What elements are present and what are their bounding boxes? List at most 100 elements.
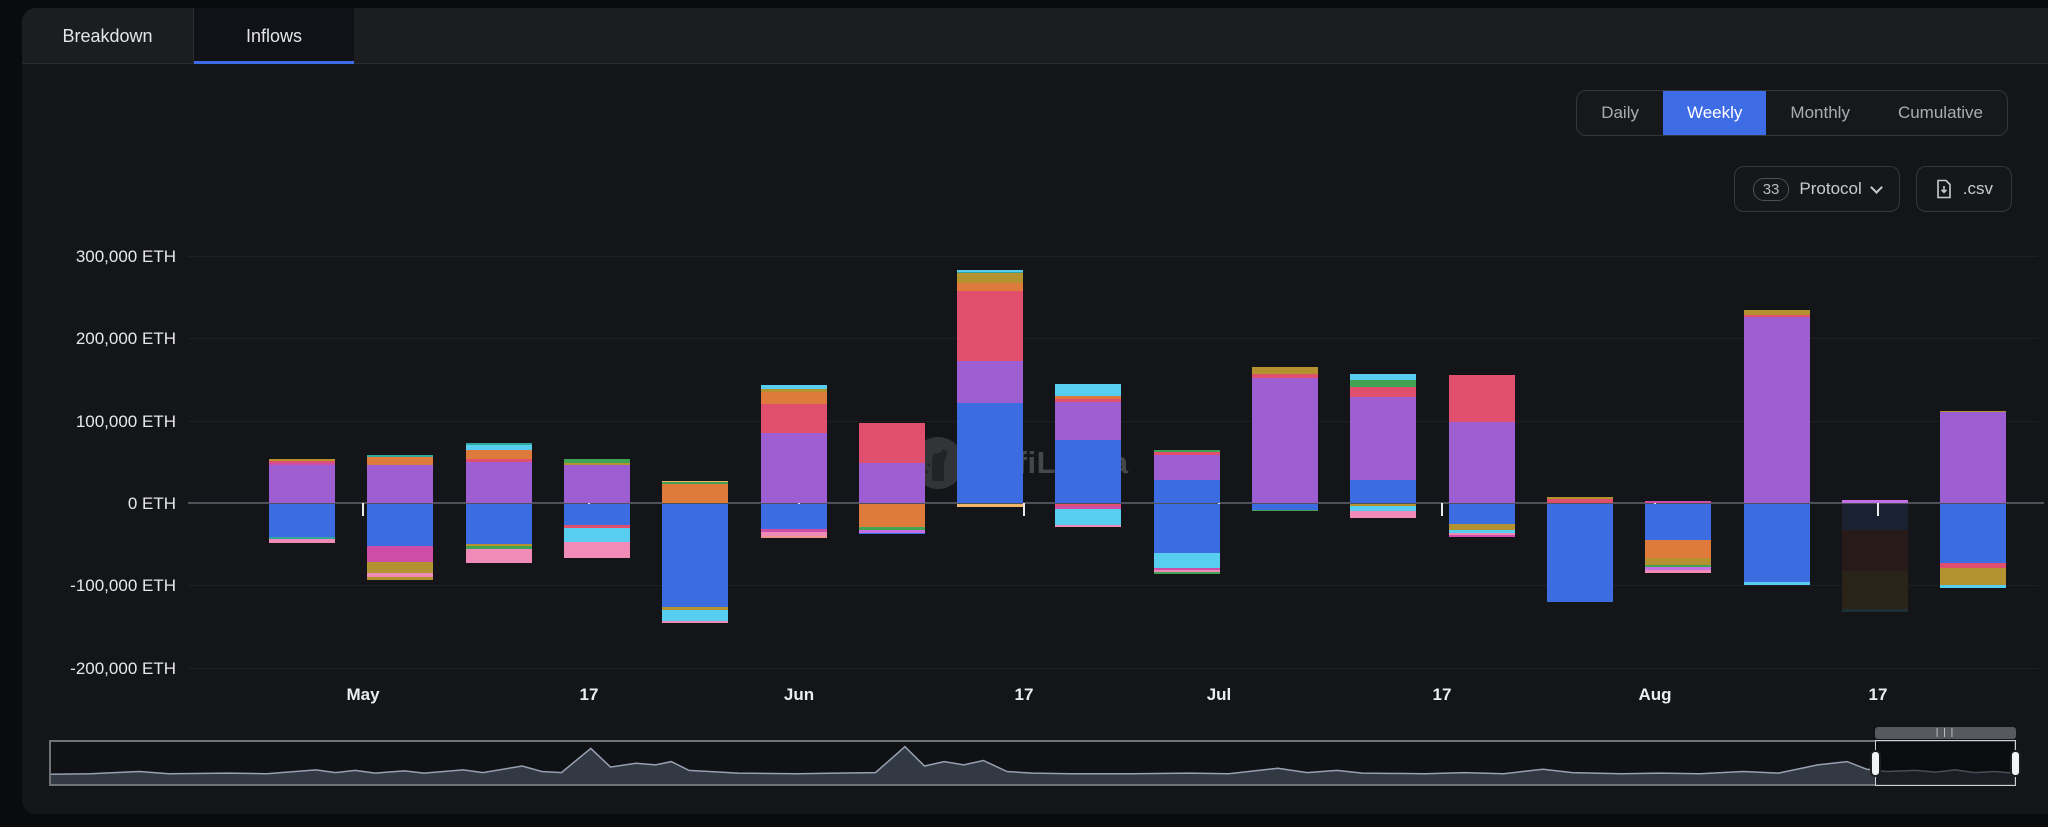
bar-segment-olive [1940, 568, 2006, 584]
x-axis-label: 17 [529, 685, 649, 705]
bar-segment-olive [957, 273, 1023, 283]
x-axis-label: 17 [964, 685, 1084, 705]
tab-breakdown-label: Breakdown [62, 26, 152, 47]
bar-segment-blue [269, 504, 335, 537]
bar-segment-red [1350, 387, 1416, 397]
bar-segment-olive [367, 577, 433, 579]
bar-segment-pink [1645, 570, 1711, 573]
bar-segment-olive [1252, 367, 1318, 374]
brush-handle-left[interactable] [1870, 750, 1881, 777]
minimap-area-chart [51, 742, 2014, 784]
brush-handle-right[interactable] [2010, 750, 2021, 777]
x-axis-label: May [303, 685, 423, 705]
chevron-down-icon [1870, 181, 1883, 194]
tab-inflows[interactable]: Inflows [194, 8, 354, 64]
bar-segment-blue [1449, 504, 1515, 524]
bar-segment-purple [1154, 455, 1220, 480]
x-axis-label: Aug [1595, 685, 1715, 705]
tab-inflows-label: Inflows [246, 26, 302, 47]
x-axis-tick [362, 503, 364, 516]
y-axis-label: 300,000 ETH [10, 248, 176, 265]
bar-segment-blue [466, 504, 532, 544]
period-button-cumulative[interactable]: Cumulative [1874, 91, 2007, 135]
bar-segment-cyan [1055, 509, 1121, 525]
bar-segment-blue [1940, 504, 2006, 563]
bar-segment-cyan [662, 610, 728, 621]
bar-segment-purple [367, 465, 433, 503]
bar-segment-cyan [1744, 582, 1810, 584]
bar-segment-blue [761, 504, 827, 529]
period-button-monthly[interactable]: Monthly [1766, 91, 1874, 135]
bar-segment-purple [957, 361, 1023, 403]
x-axis-label: 17 [1818, 685, 1938, 705]
bar-segment-red [1449, 375, 1515, 423]
bar-segment-pink [1350, 511, 1416, 518]
filter-row: 33 Protocol .csv [1734, 166, 2012, 212]
bar-segment-olive [1449, 524, 1515, 531]
bar-segment-blue [1744, 504, 1810, 582]
x-axis-label: Jun [739, 685, 859, 705]
bar-segment-pink [466, 549, 532, 563]
bar-segment-purple [1940, 412, 2006, 503]
bar-segment-red [761, 404, 827, 433]
bar-segment-cyan [1154, 553, 1220, 568]
bar-segment-blue [367, 504, 433, 546]
protocol-dropdown-label: Protocol [1799, 179, 1861, 199]
tab-bar: Breakdown Inflows [22, 8, 2048, 64]
bar-segment-blue [1055, 440, 1121, 503]
x-axis-label: Jul [1159, 685, 1279, 705]
bar-segment-amber [957, 504, 1023, 507]
y-gridline [188, 668, 2038, 669]
bar-segment-olive [1645, 558, 1711, 565]
period-button-weekly[interactable]: Weekly [1663, 91, 1766, 135]
y-gridline [188, 585, 2038, 586]
x-axis-tick [1023, 503, 1025, 516]
bar-segment-darknavy [1842, 504, 1908, 530]
bar-segment-orange [466, 450, 532, 460]
bar-segment-green [1252, 510, 1318, 512]
bar-segment-purple [1350, 397, 1416, 480]
bar-segment-purple [1055, 402, 1121, 440]
brush-drag-bar[interactable]: ||| [1875, 727, 2016, 739]
minimap[interactable] [49, 740, 2016, 786]
brush-selection[interactable] [1875, 740, 2016, 786]
bar-segment-blue [1645, 504, 1711, 540]
bar-segment-darkolive [1842, 571, 1908, 609]
x-axis-tick [1441, 503, 1443, 516]
bar-segment-olive [367, 562, 433, 574]
bar-segment-darkmaroon [1842, 530, 1908, 571]
bar-segment-salmon [761, 536, 827, 538]
period-toggle-group: DailyWeeklyMonthlyCumulative [1576, 90, 2008, 136]
download-csv-button[interactable]: .csv [1916, 166, 2012, 212]
bar-segment-blue [564, 504, 630, 525]
bar-segment-pink [564, 542, 630, 558]
bar-segment-purple [564, 465, 630, 503]
bar-segment-orange [957, 283, 1023, 291]
bar-segment-cyan [1055, 384, 1121, 396]
bar-segment-magenta [367, 546, 433, 562]
bar-segment-purple [466, 462, 532, 503]
bar-segment-orange [662, 484, 728, 503]
bar-segment-pink [269, 539, 335, 542]
protocol-dropdown[interactable]: 33 Protocol [1734, 166, 1900, 212]
period-button-daily[interactable]: Daily [1577, 91, 1663, 135]
bar-segment-red [859, 423, 925, 463]
tab-breakdown[interactable]: Breakdown [22, 8, 193, 64]
active-tab-indicator [194, 61, 354, 64]
bar-segment-orange [859, 504, 925, 527]
x-axis-tick [1877, 503, 1879, 516]
bar-segment-darkteal [1842, 609, 1908, 611]
bar-segment-green [1350, 380, 1416, 387]
bar-segment-blue [859, 533, 925, 535]
bar-segment-cyan [1940, 585, 2006, 588]
bar-segment-magenta [1645, 501, 1711, 503]
y-gridline [188, 256, 2038, 257]
bar-segment-orange [1645, 540, 1711, 558]
bar-segment-orange [761, 392, 827, 404]
bar-segment-purple [269, 465, 335, 503]
x-axis-label: 17 [1382, 685, 1502, 705]
bar-segment-orange [367, 457, 433, 465]
bar-segment-pink [662, 621, 728, 623]
file-download-icon [1935, 179, 1953, 199]
bar-segment-blue [1154, 504, 1220, 553]
